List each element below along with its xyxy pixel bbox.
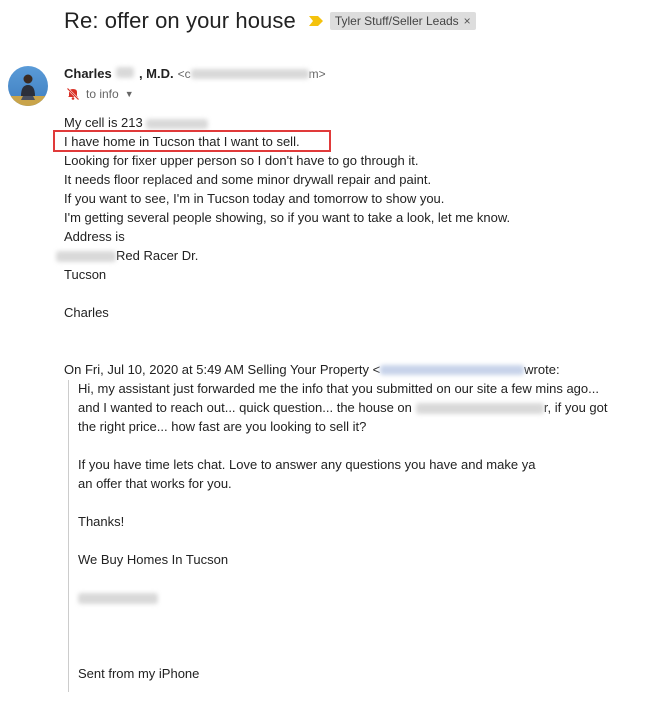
mute-notification-icon bbox=[66, 87, 80, 101]
label-chip-text: Tyler Stuff/Seller Leads bbox=[334, 14, 459, 28]
body-line-6: I'm getting several people showing, so i… bbox=[64, 210, 511, 225]
quote-spacer-6 bbox=[78, 626, 608, 645]
body-line-address: Red Racer Dr. bbox=[56, 246, 510, 265]
quote-line-6: Thanks! bbox=[78, 514, 125, 529]
sender-email-open: <c bbox=[177, 66, 191, 81]
quote-spacer-5 bbox=[78, 607, 608, 626]
redacted-quote-address bbox=[415, 403, 544, 415]
quote-line-1: Hi, my assistant just forwarded me the i… bbox=[78, 381, 599, 396]
body-line-city: Tucson bbox=[64, 267, 107, 282]
body-line-3: Looking for fixer upper person so I don'… bbox=[64, 153, 419, 168]
sender-name[interactable]: Charles , M.D. bbox=[64, 66, 174, 81]
quote-spacer-2 bbox=[78, 493, 608, 512]
body-line-4: It needs floor replaced and some minor d… bbox=[64, 172, 432, 187]
quote-line-2-prefix: and I wanted to reach out... quick quest… bbox=[78, 400, 412, 415]
redacted-phone bbox=[146, 118, 209, 129]
quote-line-5: an offer that works for you. bbox=[78, 476, 232, 491]
quote-spacer-1 bbox=[78, 436, 608, 455]
recipient-label: to info bbox=[86, 87, 119, 101]
quote-header: On Fri, Jul 10, 2020 at 5:49 AM Selling … bbox=[64, 360, 560, 379]
quote-line-2: and I wanted to reach out... quick quest… bbox=[78, 398, 608, 417]
quote-line-4: If you have time lets chat. Love to answ… bbox=[78, 457, 536, 472]
label-remove-icon[interactable]: × bbox=[464, 14, 471, 28]
redacted-email bbox=[190, 68, 309, 79]
quote-bar bbox=[68, 380, 69, 692]
email-subject: Re: offer on your house bbox=[64, 8, 296, 33]
label-chip[interactable]: Tyler Stuff/Seller Leads × bbox=[329, 12, 476, 30]
quote-line-8: Sent from my iPhone bbox=[78, 666, 200, 681]
body-line-7: Address is bbox=[64, 229, 125, 244]
recipient-row[interactable]: to info ▼ bbox=[66, 87, 134, 101]
quote-header-prefix: On Fri, Jul 10, 2020 at 5:49 AM Selling … bbox=[64, 362, 381, 377]
quoted-message: Hi, my assistant just forwarded me the i… bbox=[78, 379, 608, 683]
redacted-name bbox=[116, 67, 135, 78]
avatar[interactable] bbox=[8, 66, 48, 106]
important-marker-icon[interactable] bbox=[308, 15, 324, 27]
subject-row: Re: offer on your house Tyler Stuff/Sell… bbox=[64, 8, 476, 34]
quote-spacer-4 bbox=[78, 569, 608, 588]
avatar-image bbox=[8, 66, 48, 106]
quote-line-3: the right price... how fast are you look… bbox=[78, 419, 367, 434]
quote-header-suffix: wrote: bbox=[524, 362, 560, 377]
recipient-dropdown-icon[interactable]: ▼ bbox=[125, 89, 134, 99]
sender-name-suffix: , M.D. bbox=[138, 66, 174, 81]
redacted-quote-email[interactable] bbox=[380, 364, 525, 375]
quote-line-7: We Buy Homes In Tucson bbox=[78, 552, 229, 567]
cell-number-prefix: My cell is 213 bbox=[64, 115, 143, 130]
email-view: Re: offer on your house Tyler Stuff/Sell… bbox=[0, 0, 651, 702]
sender-email: <c m> bbox=[178, 67, 326, 81]
sender-email-close: m> bbox=[308, 66, 326, 81]
sender-name-first: Charles bbox=[64, 66, 112, 81]
sender-row: Charles , M.D. <c m> bbox=[64, 66, 326, 81]
quote-line-2-suffix: r, if you got bbox=[543, 400, 608, 415]
quote-spacer-3 bbox=[78, 531, 608, 550]
body-line-5: If you want to see, I'm in Tucson today … bbox=[64, 191, 445, 206]
quote-spacer-7 bbox=[78, 645, 608, 664]
quote-redacted-phone-line bbox=[78, 588, 608, 607]
highlight-annotation bbox=[53, 130, 331, 152]
address-street: Red Racer Dr. bbox=[116, 248, 199, 263]
redacted-quote-phone bbox=[78, 593, 158, 605]
body-signature: Charles bbox=[64, 305, 109, 320]
redacted-address bbox=[56, 251, 116, 263]
